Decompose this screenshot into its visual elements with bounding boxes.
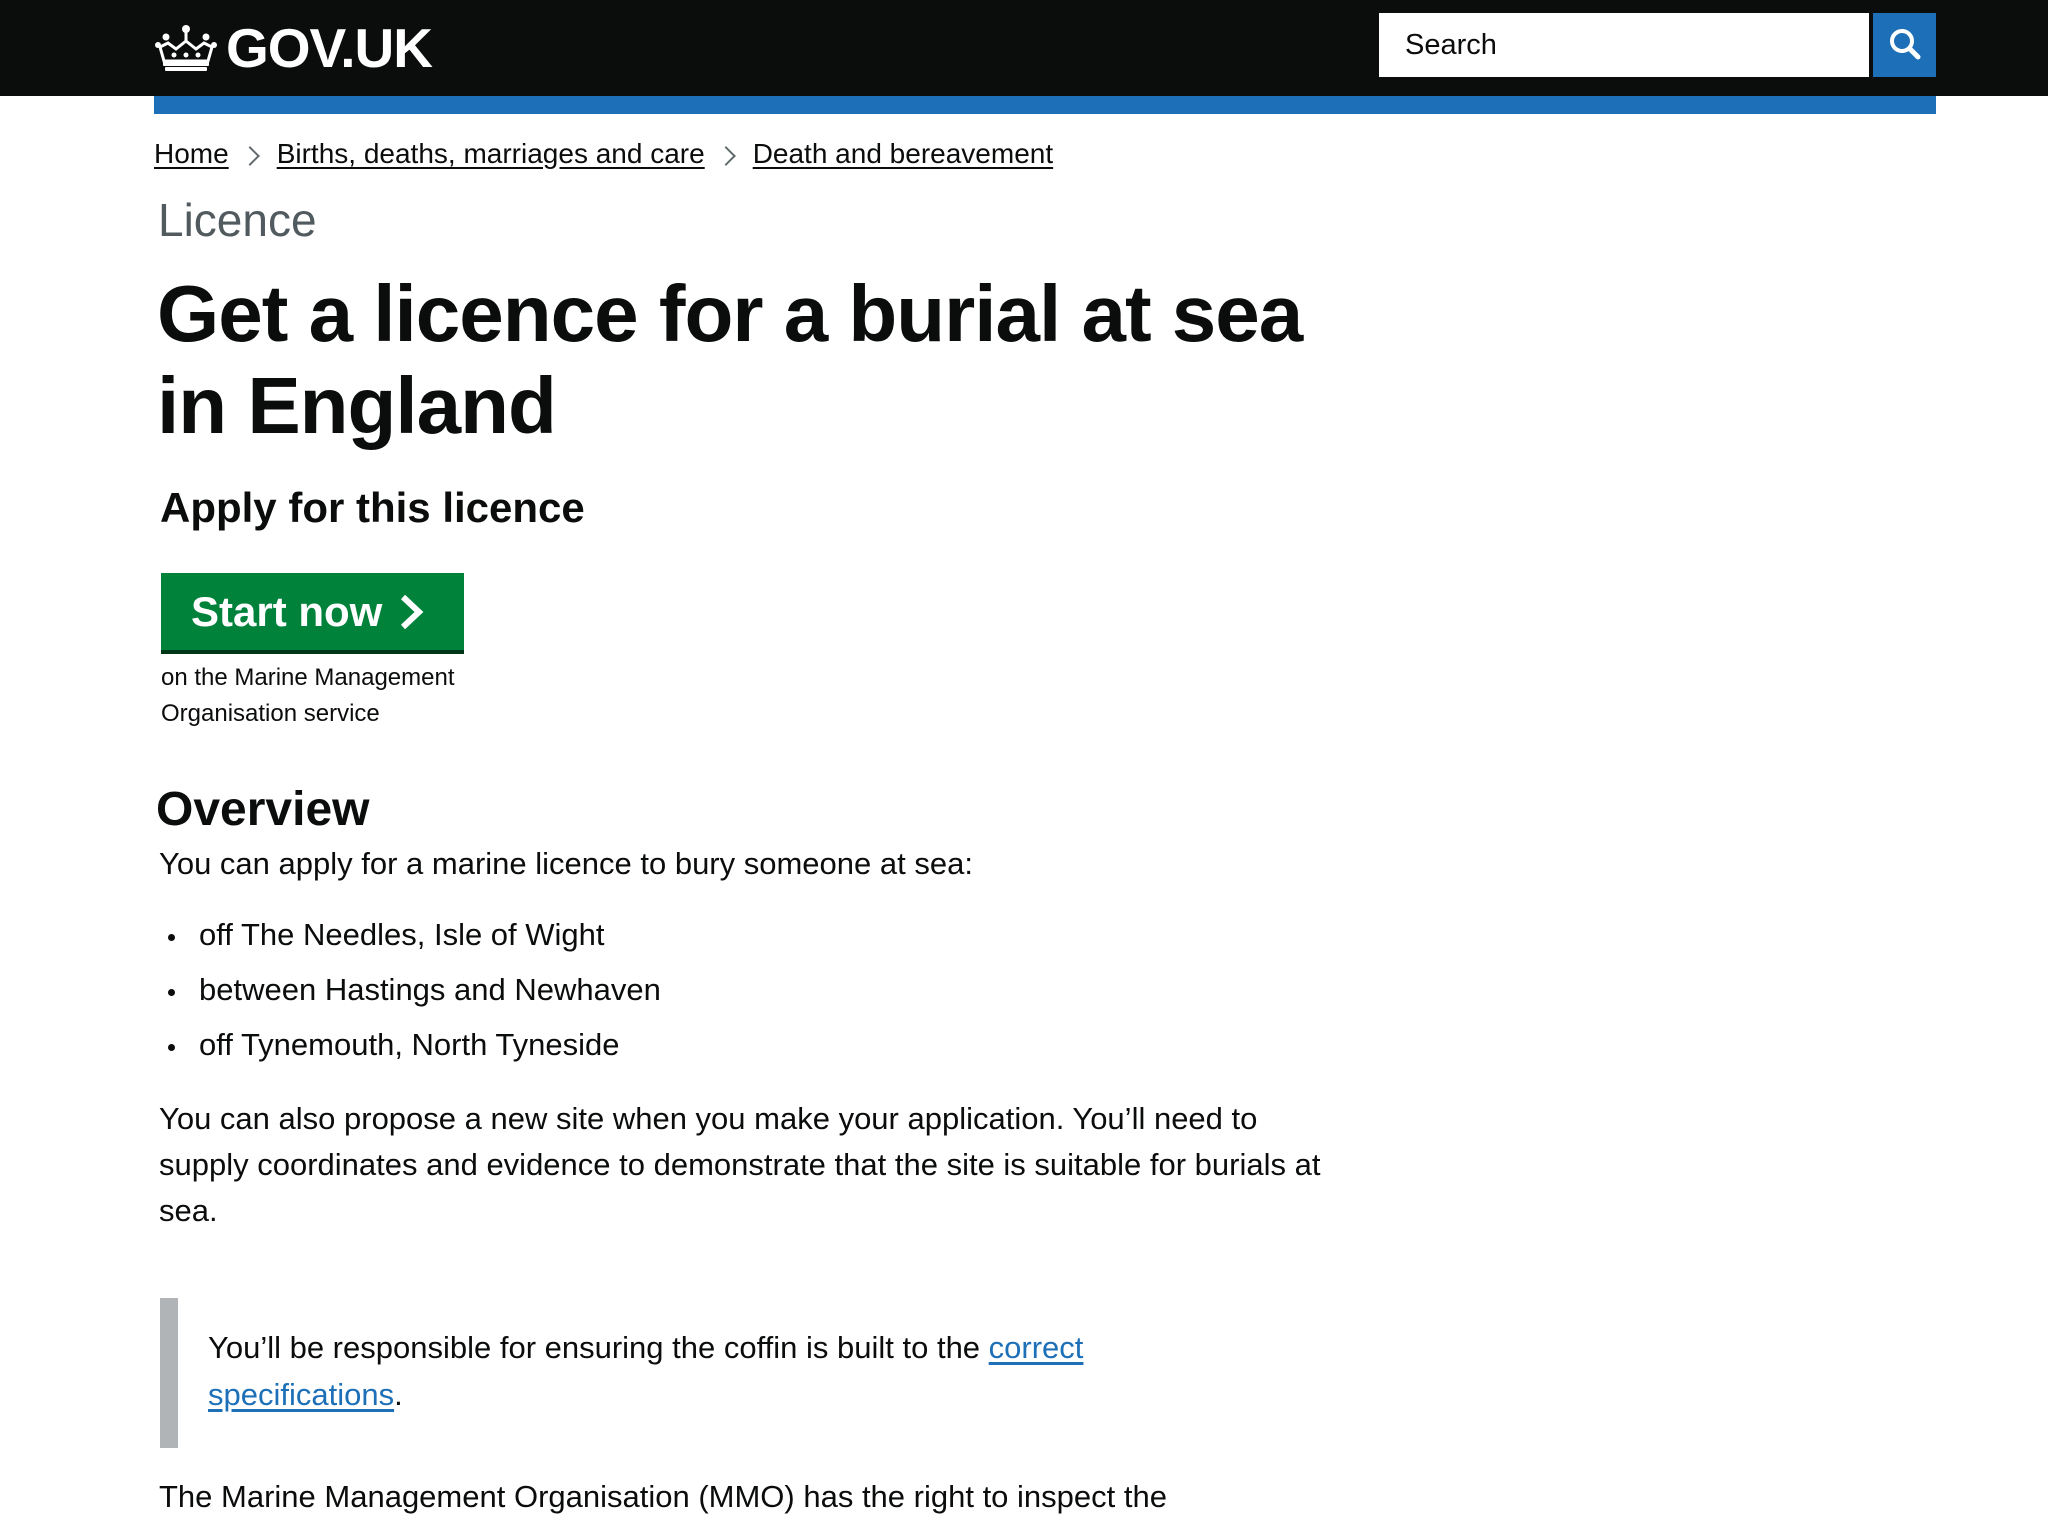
site-header: GOV.UK [0,0,2048,96]
start-now-label: Start now [191,587,383,635]
inset-text-end: . [394,1377,403,1412]
list-item: between Hastings and Newhaven [159,967,661,1022]
propose-new-site-text: You can also propose a new site when you… [159,1101,1321,1228]
overview-intro: You can apply for a marine licence to bu… [159,846,973,881]
header-accent-bar [154,96,1936,114]
mmo-inspection-text: The Marine Management Organisation (MMO)… [159,1479,1167,1514]
page-title: Get a licence for a burial at sea in Eng… [157,269,1303,450]
content-type-caption: Licence [158,194,317,246]
list-item: off Tynemouth, North Tyneside [159,1022,661,1077]
breadcrumb-births-deaths-marriages-care[interactable]: Births, deaths, marriages and care [277,136,705,172]
coffin-specification-inset: You’ll be responsible for ensuring the c… [160,1298,1280,1448]
service-note: on the Marine Management Organisation se… [161,664,455,727]
start-now-button[interactable]: Start now [161,573,464,654]
chevron-right-icon [382,594,424,630]
logo-text: GOV.UK [226,17,433,79]
list-item: off The Needles, Isle of Wight [159,912,661,967]
search-button[interactable] [1873,13,1936,77]
govuk-logo-link[interactable]: GOV.UK [154,17,433,79]
burial-site-list: off The Needles, Isle of Wight between H… [159,912,661,1077]
breadcrumb-death-bereavement[interactable]: Death and bereavement [753,136,1053,172]
apply-heading: Apply for this licence [160,484,585,531]
crown-icon [154,23,218,73]
search-input[interactable] [1379,13,1869,77]
search-icon [1888,27,1922,64]
breadcrumb-home[interactable]: Home [154,136,229,172]
breadcrumb: Home Births, deaths, marriages and care … [154,136,1053,172]
chevron-right-icon [239,146,260,166]
overview-heading: Overview [156,783,370,836]
inset-text: You’ll be responsible for ensuring the c… [208,1330,989,1365]
chevron-right-icon [715,146,736,166]
